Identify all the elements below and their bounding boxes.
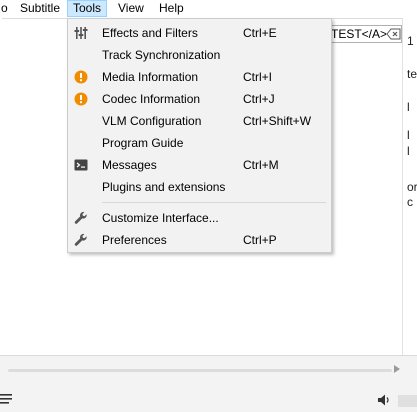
seek-forward-arrow-icon[interactable]	[392, 364, 402, 374]
menu-item-media-information[interactable]: Media Information Ctrl+I	[68, 66, 331, 88]
menu-item-codec-information[interactable]: Codec Information Ctrl+J	[68, 88, 331, 110]
menu-item-shortcut: Ctrl+E	[243, 26, 277, 40]
seek-slider[interactable]	[8, 369, 392, 372]
menu-item-shortcut: Ctrl+J	[243, 92, 275, 106]
background-text-fragment: l	[407, 144, 410, 158]
background-text-fragment: 1	[407, 34, 414, 48]
menu-media-partial[interactable]: o	[0, 0, 13, 17]
menu-item-label: Plugins and extensions	[102, 180, 226, 194]
background-text-fragment: or	[407, 180, 417, 194]
left-edge	[0, 18, 2, 358]
volume-icon[interactable]	[377, 393, 391, 407]
menu-help[interactable]: Help	[154, 0, 189, 17]
menu-item-label: Effects and Filters	[102, 26, 198, 40]
menu-item-plugins-and-extensions[interactable]: Plugins and extensions	[68, 176, 331, 198]
menu-bar: o Subtitle Tools View Help	[0, 0, 417, 19]
menu-view[interactable]: View	[113, 0, 149, 17]
background-text-fragment: te	[407, 67, 417, 81]
volume-slider[interactable]	[398, 395, 417, 407]
equalizer-sliders-icon	[74, 27, 88, 39]
menu-item-effects-and-filters[interactable]: Effects and Filters Ctrl+E	[68, 22, 331, 44]
menu-tools[interactable]: Tools	[67, 0, 108, 17]
terminal-icon	[74, 159, 88, 171]
wrench-icon	[74, 211, 87, 224]
menu-item-shortcut: Ctrl+I	[243, 70, 273, 84]
menu-item-label: Program Guide	[102, 136, 184, 150]
wrench-icon	[74, 233, 87, 246]
menu-item-shortcut: Ctrl+M	[243, 158, 279, 172]
menu-item-shortcut: Ctrl+P	[243, 233, 277, 247]
menu-item-track-synchronization[interactable]: Track Synchronization	[68, 44, 331, 66]
menu-item-label: Track Synchronization	[102, 48, 221, 62]
menu-item-shortcut: Ctrl+Shift+W	[243, 114, 312, 128]
info-orange-icon	[74, 92, 88, 106]
menu-item-label: Media Information	[102, 70, 199, 84]
playlist-icon[interactable]	[0, 392, 14, 406]
tools-menu-dropdown: Effects and Filters Ctrl+E Track Synchro…	[67, 18, 332, 253]
menu-item-label: Customize Interface...	[102, 211, 219, 225]
menu-item-customize-interface[interactable]: Customize Interface...	[68, 207, 331, 229]
background-text-fragment: l	[407, 128, 410, 142]
player-controls-bar	[0, 355, 417, 412]
menu-item-label: VLM Configuration	[102, 114, 202, 128]
clear-field-icon[interactable]	[387, 28, 401, 40]
background-text-fragment: c	[407, 195, 413, 209]
menu-item-program-guide[interactable]: Program Guide	[68, 132, 331, 154]
menu-separator	[102, 202, 326, 203]
menu-item-label: Messages	[102, 158, 157, 172]
menu-item-label: Codec Information	[102, 92, 201, 106]
menu-item-vlm-configuration[interactable]: VLM Configuration Ctrl+Shift+W	[68, 110, 331, 132]
menu-item-preferences[interactable]: Preferences Ctrl+P	[68, 229, 331, 251]
background-text-fragment: l	[407, 100, 410, 114]
info-orange-icon	[74, 70, 88, 84]
menu-item-messages[interactable]: Messages Ctrl+M	[68, 154, 331, 176]
menu-subtitle[interactable]: Subtitle	[15, 0, 65, 17]
menu-item-label: Preferences	[102, 233, 167, 247]
